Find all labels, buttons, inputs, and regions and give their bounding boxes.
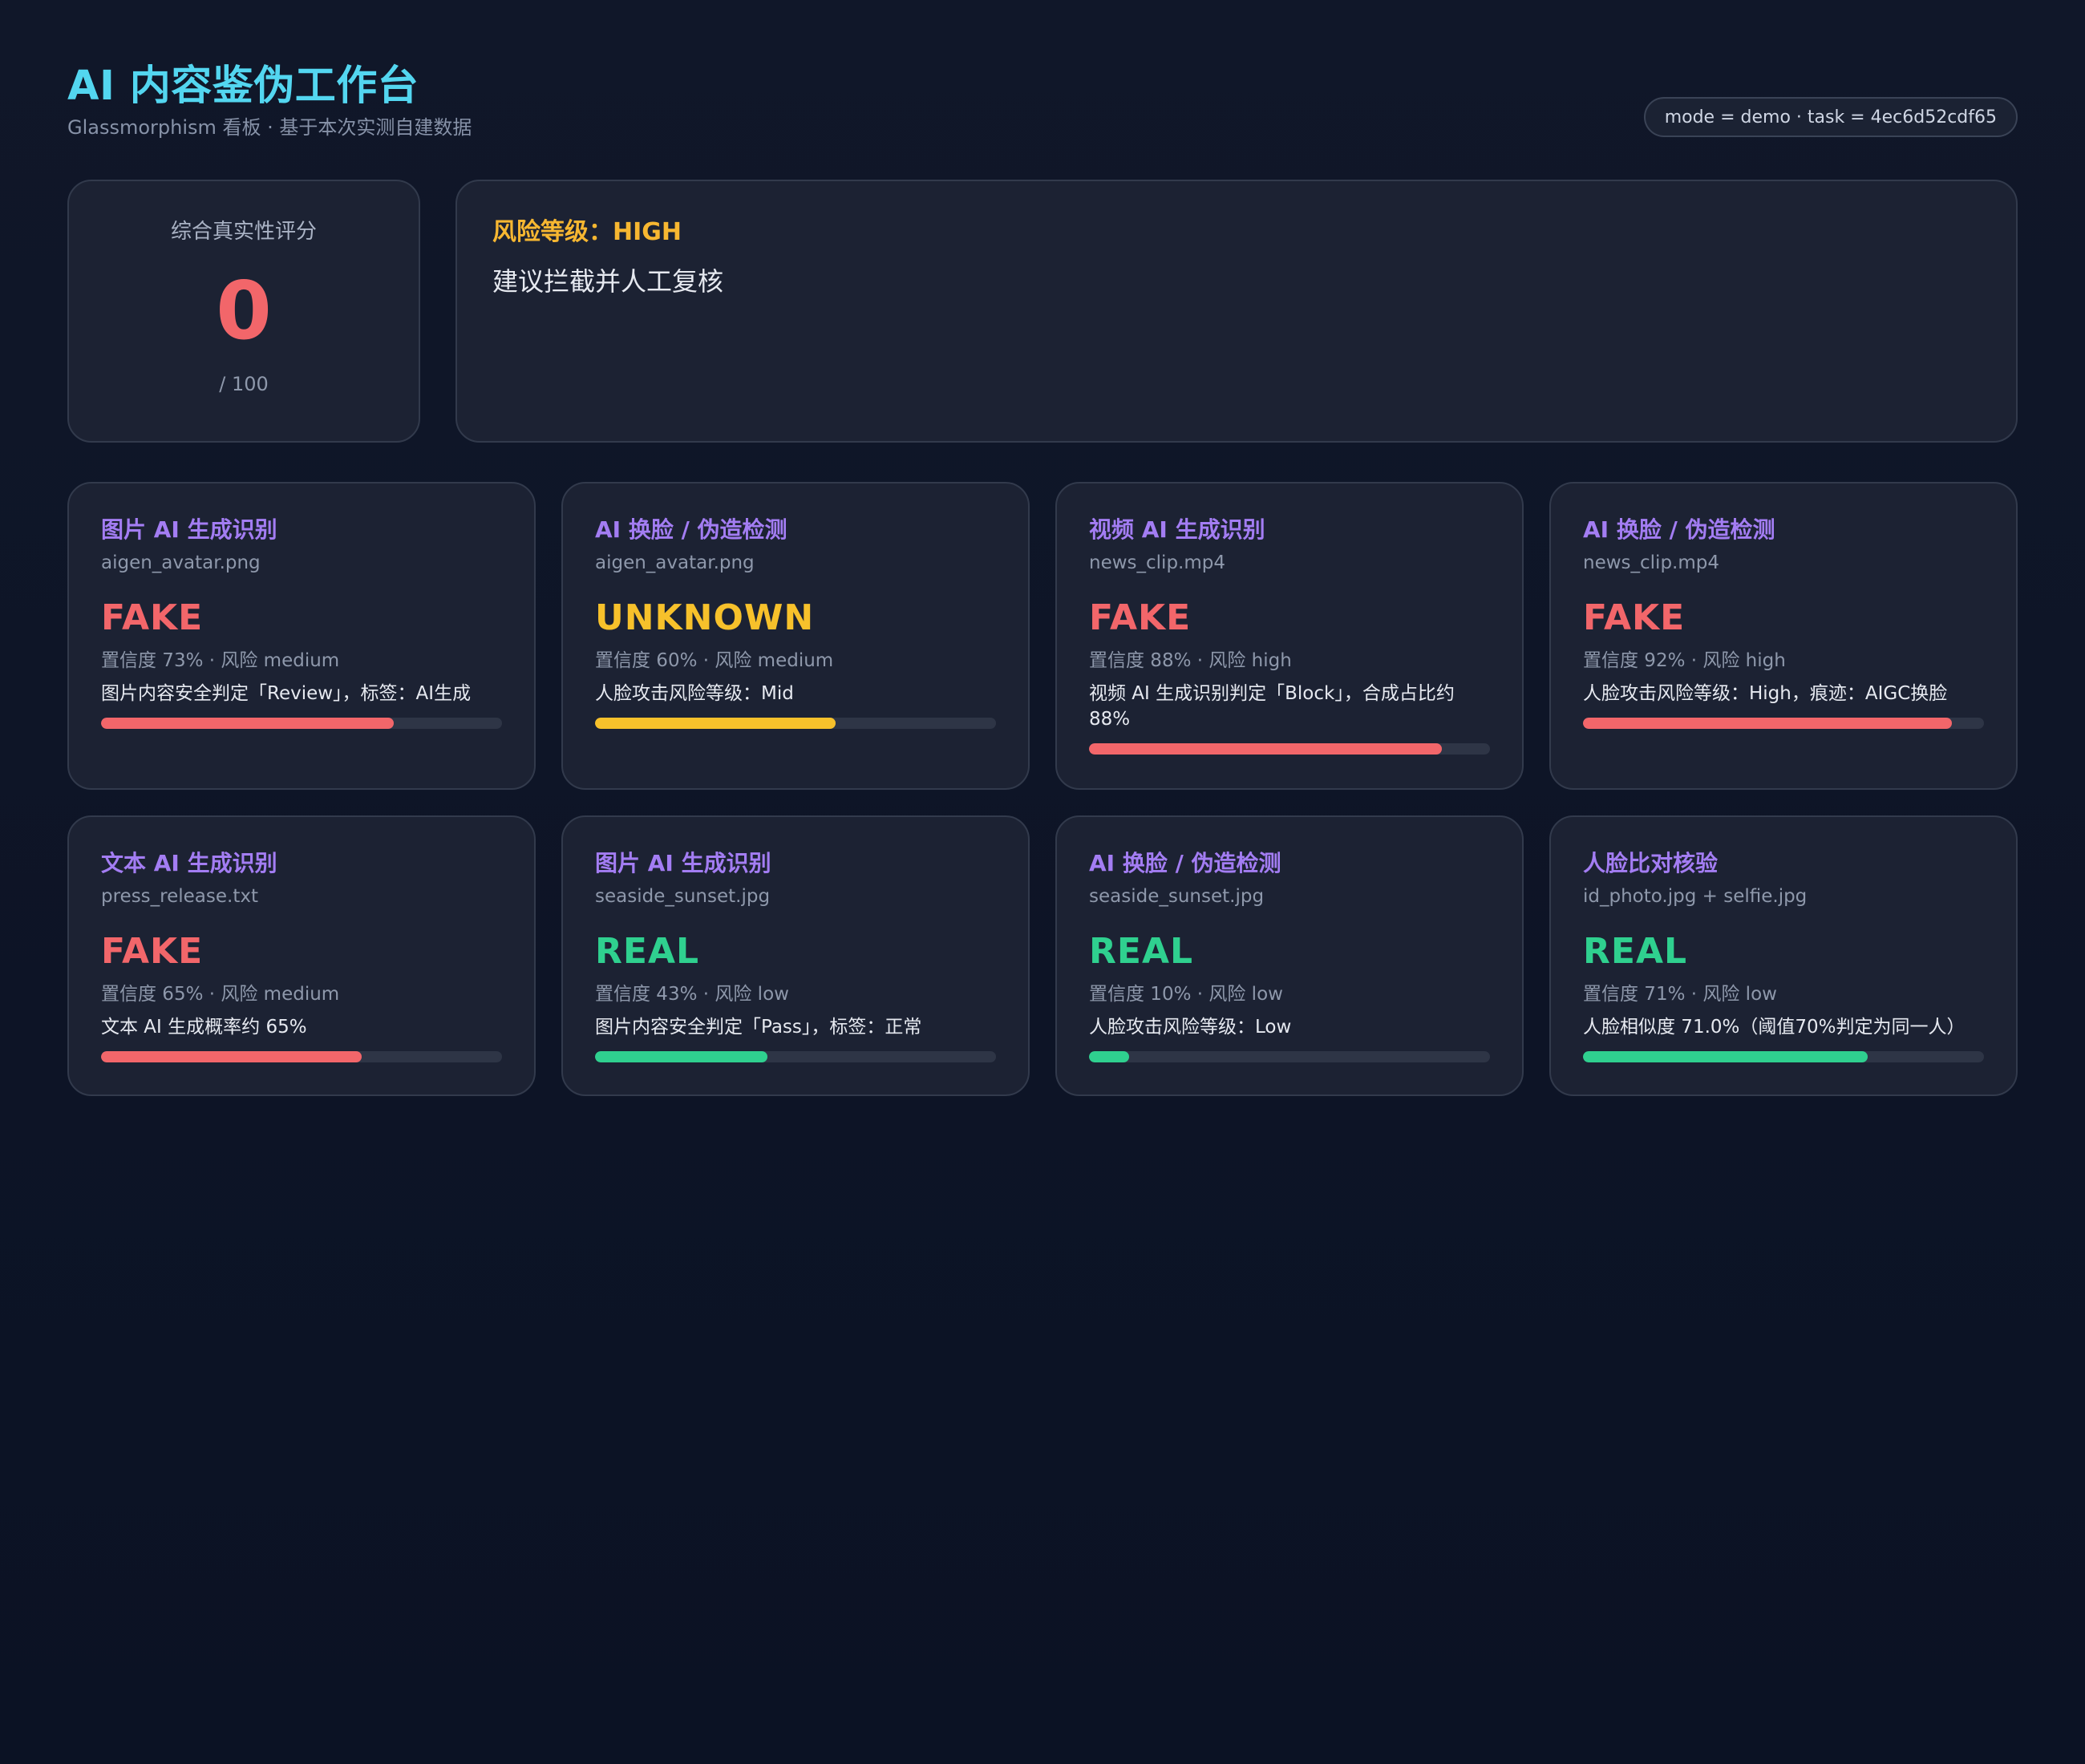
verdict-label: FAKE [1089, 597, 1192, 638]
score-card: 综合真实性评分 0 / 100 [67, 180, 420, 443]
confidence-bar-fill [595, 718, 836, 729]
page-header: AI 内容鉴伪工作台 Glassmorphism 看板 · 基于本次实测自建数据… [67, 59, 2018, 144]
confidence-bar-track [595, 718, 996, 729]
detection-card-meta: 置信度 71% · 风险 low [1583, 984, 1777, 1005]
detection-card-description: 人脸攻击风险等级：Low [1089, 1017, 1292, 1038]
verdict-label: REAL [595, 931, 700, 972]
detection-card-file: aigen_avatar.png [595, 552, 755, 573]
detection-card-file: press_release.txt [101, 886, 258, 907]
score-value: 0 [216, 264, 272, 358]
detection-card-title: 图片 AI 生成识别 [595, 850, 771, 876]
detection-grid: 图片 AI 生成识别 aigen_avatar.png FAKE 置信度 73%… [67, 482, 2018, 1096]
detection-card-file: id_photo.jpg + selfie.jpg [1583, 886, 1808, 907]
detection-card-file: seaside_sunset.jpg [595, 886, 771, 907]
summary-row: 综合真实性评分 0 / 100 风险等级：HIGH 建议拦截并人工复核 [67, 180, 2018, 443]
detection-card-file: aigen_avatar.png [101, 552, 261, 573]
detection-card-meta: 置信度 60% · 风险 medium [595, 650, 834, 671]
detection-card-file: news_clip.mp4 [1089, 552, 1225, 573]
risk-advice: 建议拦截并人工复核 [492, 266, 724, 297]
detection-card-meta: 置信度 88% · 风险 high [1089, 650, 1292, 671]
detection-card-meta: 置信度 65% · 风险 medium [101, 984, 340, 1005]
detection-card-description: 文本 AI 生成概率约 65% [101, 1017, 307, 1038]
confidence-bar-fill [1089, 743, 1442, 755]
detection-card-title: 人脸比对核验 [1583, 850, 1719, 876]
confidence-bar-fill [101, 718, 394, 729]
detection-card-title: 视频 AI 生成识别 [1089, 516, 1265, 543]
detection-card: 视频 AI 生成识别 news_clip.mp4 FAKE 置信度 88% · … [1055, 482, 1524, 790]
detection-card-description: 人脸攻击风险等级：Mid [595, 683, 794, 704]
detection-card: AI 换脸 / 伪造检测 seaside_sunset.jpg REAL 置信度… [1055, 815, 1524, 1096]
confidence-bar-track [1583, 1051, 1984, 1062]
confidence-bar-track [101, 718, 502, 729]
risk-card: 风险等级：HIGH 建议拦截并人工复核 [455, 180, 2018, 443]
detection-card-title: AI 换脸 / 伪造检测 [595, 516, 787, 543]
detection-card-description: 人脸攻击风险等级：High，痕迹：AIGC换脸 [1583, 683, 1948, 704]
detection-card: AI 换脸 / 伪造检测 aigen_avatar.png UNKNOWN 置信… [561, 482, 1030, 790]
detection-card-meta: 置信度 73% · 风险 medium [101, 650, 340, 671]
verdict-label: REAL [1583, 931, 1688, 972]
confidence-bar-track [595, 1051, 996, 1062]
confidence-bar-track [1583, 718, 1984, 729]
verdict-label: FAKE [1583, 597, 1686, 638]
detection-card-description: 视频 AI 生成识别判定「Block」，合成占比约 88% [1089, 683, 1455, 730]
verdict-label: UNKNOWN [595, 597, 815, 638]
detection-card: 图片 AI 生成识别 aigen_avatar.png FAKE 置信度 73%… [67, 482, 536, 790]
confidence-bar-fill [1583, 1051, 1868, 1062]
detection-card: 文本 AI 生成识别 press_release.txt FAKE 置信度 65… [67, 815, 536, 1096]
confidence-bar-track [1089, 1051, 1490, 1062]
detection-card: AI 换脸 / 伪造检测 news_clip.mp4 FAKE 置信度 92% … [1549, 482, 2018, 790]
confidence-bar-fill [1583, 718, 1952, 729]
detection-card-meta: 置信度 43% · 风险 low [595, 984, 789, 1005]
detection-card-file: seaside_sunset.jpg [1089, 886, 1265, 907]
verdict-label: FAKE [101, 931, 204, 972]
detection-card-title: AI 换脸 / 伪造检测 [1583, 516, 1775, 543]
detection-card-title: 文本 AI 生成识别 [101, 850, 277, 876]
confidence-bar-fill [101, 1051, 362, 1062]
detection-card: 人脸比对核验 id_photo.jpg + selfie.jpg REAL 置信… [1549, 815, 2018, 1096]
risk-level: 风险等级：HIGH [492, 218, 682, 246]
dashboard-page: AI 内容鉴伪工作台 Glassmorphism 看板 · 基于本次实测自建数据… [0, 0, 2085, 1764]
confidence-bar-track [101, 1051, 502, 1062]
detection-card-meta: 置信度 92% · 风险 high [1583, 650, 1786, 671]
confidence-bar-fill [1089, 1051, 1129, 1062]
detection-card-meta: 置信度 10% · 风险 low [1089, 984, 1283, 1005]
mode-task-badge: mode = demo · task = 4ec6d52cdf65 [1643, 97, 2018, 137]
detection-card-file: news_clip.mp4 [1583, 552, 1719, 573]
verdict-label: FAKE [101, 597, 204, 638]
detection-card-description: 图片内容安全判定「Pass」，标签：正常 [595, 1017, 922, 1038]
detection-card-description: 图片内容安全判定「Review」，标签：AI生成 [101, 683, 472, 704]
detection-card: 图片 AI 生成识别 seaside_sunset.jpg REAL 置信度 4… [561, 815, 1030, 1096]
detection-card-title: 图片 AI 生成识别 [101, 516, 277, 543]
detection-card-title: AI 换脸 / 伪造检测 [1089, 850, 1281, 876]
confidence-bar-track [1089, 743, 1490, 755]
confidence-bar-fill [595, 1051, 767, 1062]
score-max: / 100 [219, 373, 269, 395]
verdict-label: REAL [1089, 931, 1194, 972]
score-label: 综合真实性评分 [170, 220, 317, 244]
detection-card-description: 人脸相似度 71.0%（阈值70%判定为同一人） [1583, 1017, 1966, 1038]
